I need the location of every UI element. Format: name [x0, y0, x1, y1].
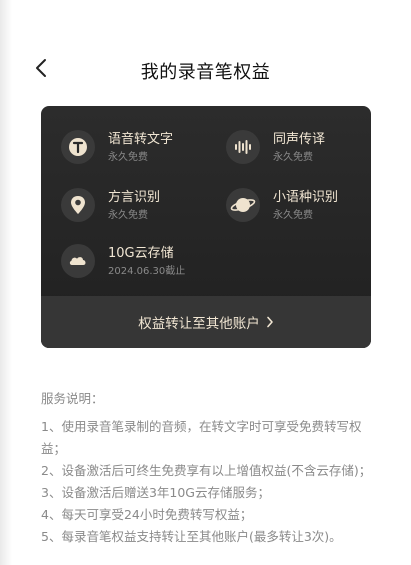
benefits-card: 语音转文字 永久免费 同声传译 永久免费 方言识别 永久免费 小语种识别 永久免…: [41, 106, 371, 348]
transfer-benefits-label: 权益转让至其他账户: [138, 316, 260, 332]
service-item: 1、使用录音笔录制的音频，在转文字时可享受免费转写权益；: [41, 419, 362, 456]
benefit-name: 小语种识别: [273, 190, 339, 205]
benefit-speech-to-text[interactable]: 语音转文字 永久免费: [61, 128, 211, 168]
benefit-name: 语音转文字: [108, 132, 174, 147]
benefit-dialect-recognition[interactable]: 方言识别 永久免费: [61, 186, 211, 226]
benefit-status: 永久免费: [273, 210, 313, 221]
benefit-status: 永久免费: [108, 152, 148, 163]
benefit-name: 10G云存储: [108, 246, 174, 261]
planet-icon: [226, 188, 260, 222]
benefit-minor-language-recognition[interactable]: 小语种识别 永久免费: [226, 186, 371, 226]
page-title: 我的录音笔权益: [140, 62, 271, 83]
text-t-icon: [61, 130, 95, 164]
benefit-name: 同声传译: [273, 132, 326, 147]
transfer-benefits-button[interactable]: 权益转让至其他账户: [41, 296, 371, 348]
benefit-status: 永久免费: [273, 152, 313, 163]
service-heading: 服务说明：: [41, 391, 104, 406]
waveform-icon: [226, 130, 260, 164]
service-item: 5、每录音笔权益支持转让至其他账户(最多转让3次)。: [41, 529, 342, 544]
cloud-icon: [61, 244, 95, 278]
benefit-name: 方言识别: [108, 190, 161, 205]
top-bar: 我的录音笔权益: [0, 48, 411, 92]
service-description: 服务说明： 1、使用录音笔录制的音频，在转文字时可享受免费转写权益； 2、设备激…: [41, 388, 381, 548]
location-pin-icon: [61, 188, 95, 222]
service-item: 4、每天可享受24小时免费转写权益；: [41, 507, 253, 522]
benefit-cloud-storage[interactable]: 10G云存储 2024.06.30截止: [61, 242, 211, 282]
benefit-status: 永久免费: [108, 210, 148, 221]
benefit-expiry-date: 2024.06.30截止: [108, 266, 186, 277]
benefit-simultaneous-interpretation[interactable]: 同声传译 永久免费: [226, 128, 371, 168]
service-item: 3、设备激活后赠送3年10G云存储服务；: [41, 485, 270, 500]
chevron-right-icon: [266, 316, 274, 328]
service-item: 2、设备激活后可终生免费享有以上增值权益(不含云存储)；: [41, 463, 372, 478]
